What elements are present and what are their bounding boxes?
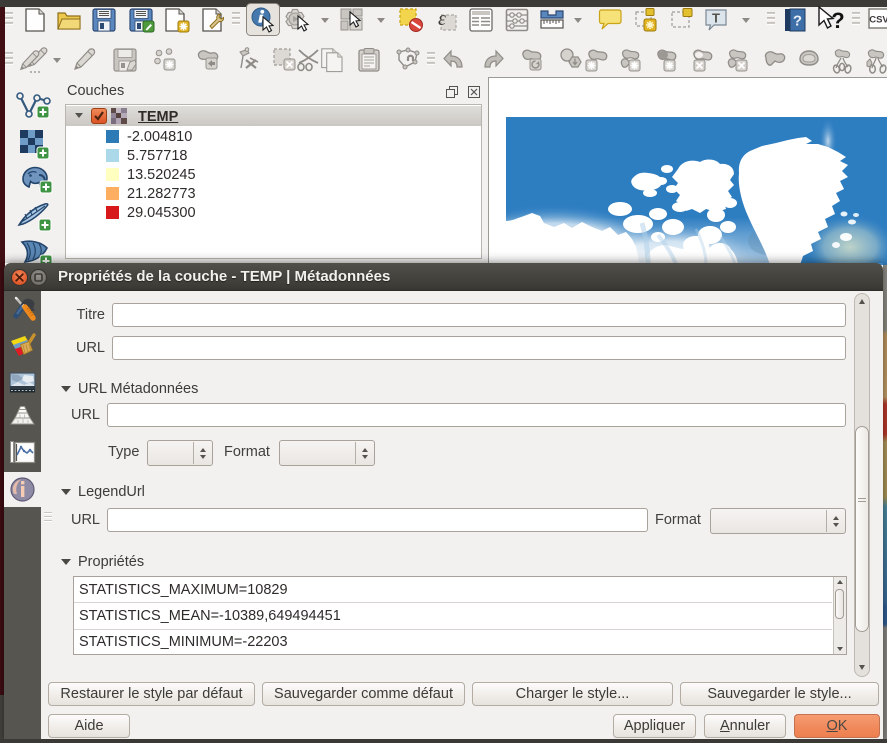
svg-text:?: ?: [831, 8, 844, 33]
svg-text:CSV: CSV: [869, 15, 887, 26]
svg-text:ε: ε: [438, 8, 446, 30]
svg-text:T: T: [712, 11, 720, 26]
svg-text:?: ?: [793, 13, 802, 30]
